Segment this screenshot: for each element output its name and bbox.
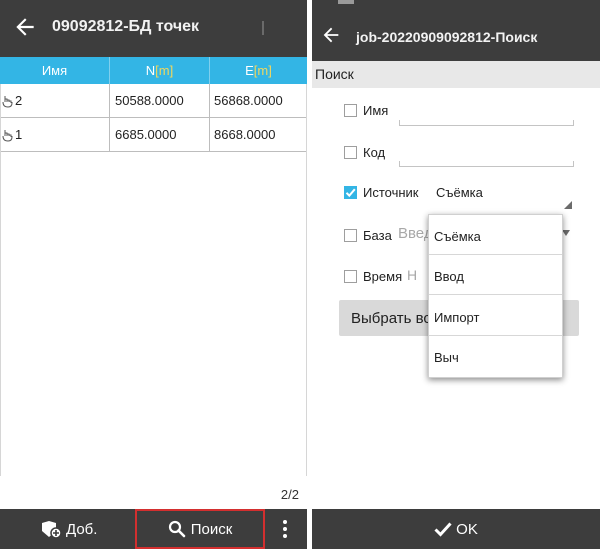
survey-point-icon <box>2 130 13 142</box>
code-checkbox[interactable] <box>344 146 357 159</box>
name-checkbox[interactable] <box>344 104 357 117</box>
point-name-cell: 1 <box>2 118 22 152</box>
code-label: Код <box>363 145 386 160</box>
page-indicator: 2/2 <box>280 487 299 502</box>
status-bar-remnant <box>338 0 354 4</box>
table-row[interactable]: 1 6685.0000 8668.0000 <box>0 118 307 152</box>
n-cell: 50588.0000 <box>115 93 184 108</box>
n-cell: 6685.0000 <box>115 127 177 142</box>
section-title: Поиск <box>315 66 354 82</box>
base-dropdown-arrow-icon[interactable] <box>562 230 570 236</box>
time-label: Время <box>363 269 403 284</box>
spinner-corner-icon <box>564 201 572 209</box>
add-button-label: Доб. <box>66 520 98 538</box>
e-cell: 56868.0000 <box>214 93 283 108</box>
time-value[interactable]: Н <box>407 267 417 283</box>
search-button-label: Поиск <box>190 520 233 538</box>
select-all-label: Выбрать вс <box>351 310 431 327</box>
overflow-fade <box>262 21 264 35</box>
right-app-bar: job-20220909092812-Поиск <box>312 0 600 61</box>
page-title: job-20220909092812-Поиск <box>356 29 538 45</box>
survey-point-icon <box>2 96 13 108</box>
dropdown-option[interactable]: Съёмка <box>429 215 562 255</box>
table-border-left <box>0 84 1 476</box>
back-arrow-icon[interactable] <box>320 24 342 46</box>
point-database-screen: 09092812-БД точек Имя N[m] E[m] 2 50588.… <box>0 0 307 549</box>
checkmark-icon <box>434 522 452 537</box>
back-arrow-icon[interactable] <box>12 14 38 40</box>
search-icon <box>168 520 186 538</box>
dropdown-option[interactable]: Ввод <box>429 255 562 295</box>
table-header: Имя N[m] E[m] <box>0 57 307 84</box>
source-label: Источник <box>363 185 419 200</box>
ok-button[interactable]: OK <box>312 509 600 549</box>
source-checkbox[interactable] <box>344 186 357 199</box>
add-button[interactable]: Доб. <box>40 518 97 540</box>
base-label: База <box>363 228 392 243</box>
section-header: Поиск <box>312 61 600 88</box>
left-bottom-bar: Доб. Поиск <box>0 509 307 549</box>
right-bottom-bar: OK <box>312 509 600 549</box>
checkmark-icon <box>345 188 356 198</box>
dropdown-option[interactable]: Выч <box>429 336 562 376</box>
column-header-n[interactable]: N[m] <box>110 57 209 84</box>
name-label: Имя <box>363 103 389 118</box>
more-options-icon[interactable] <box>278 518 292 540</box>
cell-separator <box>209 118 210 152</box>
e-cell: 8668.0000 <box>214 127 276 142</box>
add-point-icon <box>42 521 62 539</box>
page-title: 09092812-БД точек <box>52 18 200 35</box>
column-header-name[interactable]: Имя <box>0 57 109 84</box>
table-row[interactable]: 2 50588.0000 56868.0000 <box>0 84 307 118</box>
search-button[interactable]: Поиск <box>135 509 265 549</box>
time-checkbox[interactable] <box>344 270 357 283</box>
point-name-cell: 2 <box>2 84 22 118</box>
dropdown-option[interactable]: Импорт <box>429 296 562 336</box>
source-spinner-value[interactable]: Съёмка <box>436 185 483 200</box>
column-header-e[interactable]: E[m] <box>210 57 307 84</box>
search-screen: job-20220909092812-Поиск Поиск Имя Код И… <box>312 0 600 549</box>
cell-separator <box>109 84 110 118</box>
code-input[interactable] <box>399 161 574 167</box>
base-checkbox[interactable] <box>344 229 357 242</box>
cell-separator <box>209 84 210 118</box>
source-dropdown: Съёмка Ввод Импорт Выч <box>428 214 563 378</box>
left-app-bar: 09092812-БД точек <box>0 0 307 57</box>
name-input[interactable] <box>399 120 574 126</box>
cell-separator <box>109 118 110 152</box>
ok-button-label: OK <box>456 520 478 538</box>
